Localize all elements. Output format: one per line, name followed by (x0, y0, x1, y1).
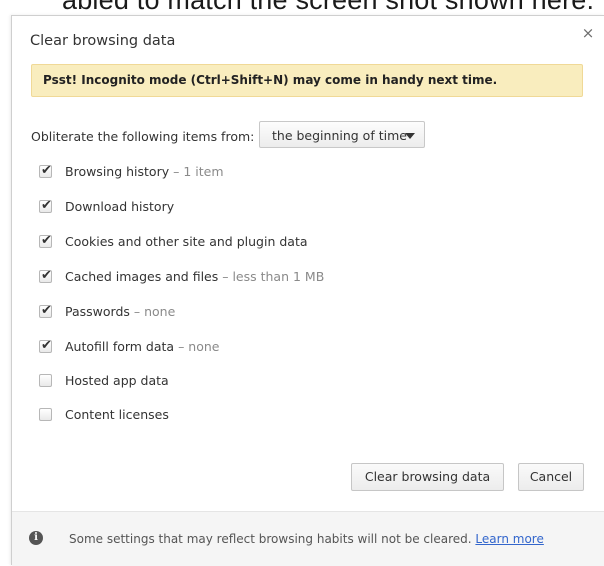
period-label: Obliterate the following items from: (31, 129, 255, 144)
checkbox-label: Cookies and other site and plugin data (65, 234, 308, 249)
checkbox[interactable]: ✔ (39, 303, 52, 318)
dialog-footer: i Some settings that may reflect browsin… (12, 511, 604, 566)
footer-text: Some settings that may reflect browsing … (69, 532, 544, 546)
checkbox-label: Download history (65, 199, 175, 214)
check-icon: ✔ (41, 233, 52, 248)
checkbox-label: Autofill form data (65, 339, 175, 354)
checkbox[interactable]: ✔ (39, 198, 52, 213)
chevron-down-icon (405, 133, 415, 139)
check-icon: ✔ (41, 303, 52, 318)
clear-browsing-data-dialog: × Clear browsing data Psst! Incognito mo… (11, 15, 604, 566)
checkbox[interactable]: ✔ (39, 163, 52, 178)
check-icon: ✔ (41, 198, 52, 213)
checkbox[interactable]: ✔ (39, 268, 52, 283)
checkbox-label: Cached images and files (65, 269, 219, 284)
checkbox-label: Browsing history (65, 164, 170, 179)
checkbox[interactable] (39, 374, 52, 387)
checkbox-detail: – none (129, 304, 176, 319)
clear-browsing-data-button[interactable]: Clear browsing data (351, 463, 504, 491)
checkbox-label: Hosted app data (65, 373, 169, 388)
checkbox-label: Content licenses (65, 407, 169, 422)
checkbox-detail: – less than 1 MB (218, 269, 325, 284)
incognito-banner: Psst! Incognito mode (Ctrl+Shift+N) may … (31, 64, 583, 97)
checkbox[interactable]: ✔ (39, 338, 52, 353)
footer-message: Some settings that may reflect browsing … (69, 532, 476, 546)
background-page: abled to match the screen shot shown her… (0, 0, 604, 14)
checkbox-detail: – 1 item (169, 164, 224, 179)
checkbox[interactable]: ✔ (39, 233, 52, 248)
time-period-value: the beginning of time (272, 128, 407, 143)
check-icon: ✔ (41, 163, 52, 178)
background-page-text: abled to match the screen shot shown her… (62, 0, 594, 14)
checkbox[interactable] (39, 408, 52, 421)
checkbox-detail: – none (174, 339, 220, 354)
close-icon[interactable]: × (581, 26, 595, 41)
check-icon: ✔ (41, 338, 52, 353)
incognito-banner-text: Psst! Incognito mode (Ctrl+Shift+N) may … (43, 73, 498, 87)
check-icon: ✔ (41, 268, 52, 283)
learn-more-link[interactable]: Learn more (475, 532, 543, 546)
info-icon: i (29, 531, 43, 545)
dialog-title: Clear browsing data (30, 33, 176, 49)
cancel-button[interactable]: Cancel (518, 463, 584, 491)
checkbox-label: Passwords (65, 304, 130, 319)
time-period-dropdown[interactable]: the beginning of time (259, 121, 425, 148)
